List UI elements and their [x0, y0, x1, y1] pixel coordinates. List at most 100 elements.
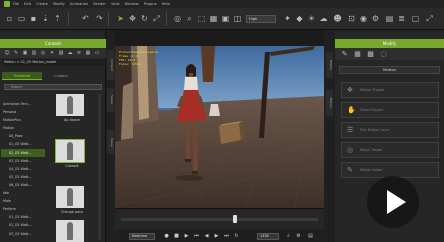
menu-window[interactable]: Window: [125, 2, 139, 6]
stop-icon[interactable]: ■: [173, 233, 180, 240]
search-input[interactable]: Search: [4, 84, 102, 90]
side-tab-visual[interactable]: Visual: [107, 130, 114, 154]
record-icon[interactable]: ●: [163, 233, 170, 240]
timeline-scrubber[interactable]: [233, 215, 238, 223]
tree-item[interactable]: 00_Pose: [1, 132, 45, 140]
tree-item[interactable]: 05_G5 Walk...: [1, 173, 45, 181]
folder-icon[interactable]: ▭: [94, 50, 100, 56]
light-icon[interactable]: ✦: [49, 50, 55, 56]
redo-icon[interactable]: ↷: [94, 13, 105, 24]
timeline-track[interactable]: [121, 218, 318, 221]
tree-item[interactable]: 01_G5 Walk...: [1, 213, 45, 221]
search-icon[interactable]: ⌕: [184, 13, 195, 24]
thumbnail-motion[interactable]: [56, 220, 84, 242]
select-icon[interactable]: ➤: [115, 13, 126, 24]
list-icon[interactable]: ≡: [76, 50, 82, 56]
direct-puppet-button[interactable]: ✋ Direct Puppet: [341, 102, 439, 118]
morph-icon[interactable]: ▦: [352, 49, 363, 60]
quality-dropdown[interactable]: High: [246, 15, 276, 23]
tree-item[interactable]: 02_G5 Walk...: [1, 221, 45, 229]
person-icon[interactable]: ☺: [4, 50, 10, 56]
settings-icon[interactable]: ⚙: [370, 13, 381, 24]
image-icon[interactable]: ▨: [58, 50, 64, 56]
grid-view-icon[interactable]: ▦: [85, 50, 91, 56]
play-icon[interactable]: ▶: [183, 233, 190, 240]
playback-mode-dropdown[interactable]: Realtime: [129, 233, 155, 240]
sun-icon[interactable]: ☀: [306, 13, 317, 24]
camera-icon[interactable]: ◎: [40, 50, 46, 56]
menu-create[interactable]: Create: [36, 2, 48, 6]
tree-item[interactable]: Motion: [1, 124, 45, 132]
menu-view[interactable]: View: [111, 2, 120, 6]
prev-frame-icon[interactable]: ◀: [203, 233, 210, 240]
fast-forward-icon[interactable]: ⏭: [223, 233, 230, 240]
frame-icon[interactable]: ⬚: [196, 13, 207, 24]
tree-item[interactable]: Idle: [1, 189, 45, 197]
thumbnail-scrollbar[interactable]: [98, 94, 101, 240]
video-play-button[interactable]: [367, 176, 419, 228]
tree-item[interactable]: MotionPlus: [1, 116, 45, 124]
render-icon[interactable]: ▣: [220, 13, 231, 24]
menu-plugins[interactable]: Plugins: [144, 2, 157, 6]
camera-view-icon[interactable]: ⊡: [346, 13, 357, 24]
brush-icon[interactable]: ✎: [339, 49, 350, 60]
menu-edit[interactable]: Edit: [24, 2, 31, 6]
motion-icon[interactable]: ◌: [378, 49, 389, 60]
scene-icon[interactable]: ▥: [31, 50, 37, 56]
tree-item[interactable]: Male: [1, 197, 45, 205]
undo-icon[interactable]: ↶: [80, 13, 91, 24]
cloud-icon[interactable]: ☁: [67, 50, 73, 56]
3d-viewport[interactable]: [115, 46, 324, 208]
tree-item[interactable]: 02_G5 Walk...: [1, 148, 45, 157]
timeline-icon[interactable]: ▤: [307, 233, 314, 240]
layers-icon[interactable]: ≣: [396, 13, 407, 24]
tab-custom[interactable]: Custom: [44, 72, 78, 80]
menu-animation[interactable]: Animation: [70, 2, 88, 6]
tree-item[interactable]: Animation Tem...: [1, 100, 45, 108]
menu-help[interactable]: Help: [162, 2, 170, 6]
cube-icon[interactable]: ◆: [294, 13, 305, 24]
light-icon[interactable]: ✦: [282, 13, 293, 24]
motion-puppet-button[interactable]: ✥ Motion Puppet: [341, 82, 439, 98]
reach-target-button[interactable]: ◎ Reach Target: [341, 142, 439, 158]
settings-icon[interactable]: ⚙: [295, 233, 302, 240]
rewind-icon[interactable]: ⏮: [193, 233, 200, 240]
rotate-icon[interactable]: ↻: [139, 13, 150, 24]
side-tab-motion[interactable]: Motion: [326, 90, 333, 116]
tree-item[interactable]: Perform: [1, 205, 45, 213]
tree-item[interactable]: 03_G5 Walk...: [1, 157, 45, 165]
side-tab-scene[interactable]: Scene: [107, 88, 114, 112]
menu-render[interactable]: Render: [93, 2, 106, 6]
tree-item[interactable]: 01_G5 Walk...: [1, 140, 45, 148]
fullscreen-icon[interactable]: ⤢: [424, 13, 435, 24]
export-icon[interactable]: ⇡: [52, 13, 63, 24]
display-icon[interactable]: ▤: [384, 13, 395, 24]
menu-file[interactable]: File: [13, 2, 19, 6]
user-icon[interactable]: ☻: [332, 13, 343, 24]
next-frame-icon[interactable]: ▶: [213, 233, 220, 240]
tree-item[interactable]: 06_G5 Walk...: [1, 181, 45, 189]
checker-icon[interactable]: ▩: [365, 49, 376, 60]
scale-icon[interactable]: ⤢: [151, 13, 162, 24]
window-icon[interactable]: ▢: [410, 13, 421, 24]
fit-icon[interactable]: ◫: [232, 13, 243, 24]
move-icon[interactable]: ✥: [127, 13, 138, 24]
grid-icon[interactable]: ▦: [208, 13, 219, 24]
side-tab-content[interactable]: Content: [107, 50, 114, 80]
cloud-icon[interactable]: ☁: [318, 13, 329, 24]
open-folder-icon[interactable]: ▭: [16, 13, 27, 24]
loop-icon[interactable]: ↻: [233, 233, 240, 240]
zoom-icon[interactable]: ⌕: [285, 233, 292, 240]
edit-motion-layer-button[interactable]: ☰ Edit Motion Layer: [341, 122, 439, 138]
thumbnail-change-pace[interactable]: [56, 186, 84, 208]
save-icon[interactable]: ▪: [28, 13, 39, 24]
motion-icon[interactable]: ✎: [13, 50, 19, 56]
menu-modify[interactable]: Modify: [53, 2, 65, 6]
new-file-icon[interactable]: ▫: [4, 13, 15, 24]
thumbnail-catwalk[interactable]: [55, 139, 85, 163]
camera-icon[interactable]: ◎: [172, 13, 183, 24]
tree-item[interactable]: 03_G5 Walk...: [1, 230, 45, 238]
light-bulb-icon[interactable]: ◉: [358, 13, 369, 24]
frame-number-field[interactable]: 1338: [257, 233, 279, 240]
tree-item[interactable]: Persona: [1, 108, 45, 116]
